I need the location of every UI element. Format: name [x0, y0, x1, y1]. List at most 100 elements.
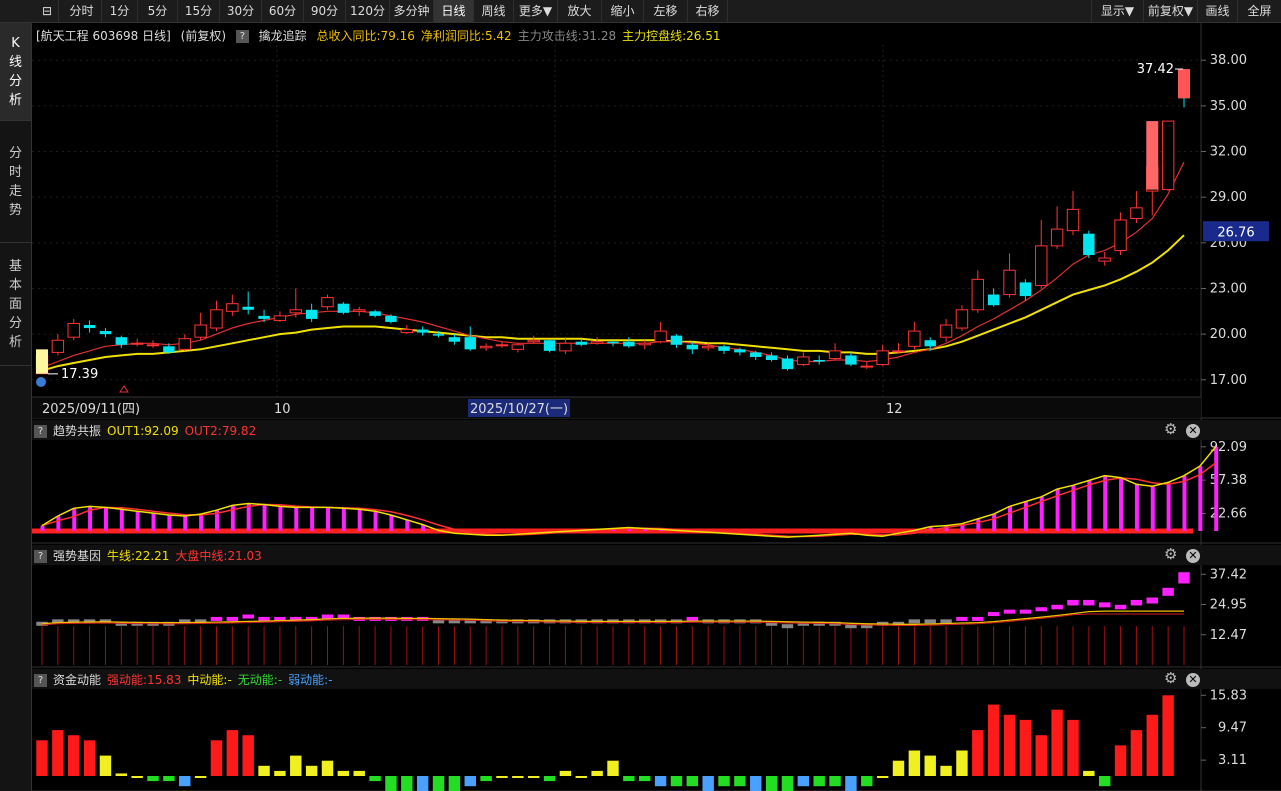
candle[interactable] — [321, 294, 334, 310]
candle[interactable] — [130, 338, 144, 347]
candle[interactable] — [654, 321, 667, 344]
candle[interactable] — [543, 338, 556, 353]
trend-bar — [389, 515, 394, 531]
candle[interactable] — [337, 302, 350, 315]
candle[interactable] — [908, 321, 921, 350]
money-bar — [68, 735, 80, 776]
money-bar — [52, 730, 64, 776]
candle[interactable] — [1130, 191, 1143, 224]
gear-icon[interactable]: ⚙ — [1164, 545, 1177, 563]
money-bar — [337, 770, 350, 776]
candle[interactable] — [971, 270, 985, 313]
money-bar — [1146, 714, 1158, 776]
panel3-y-label: 3.11 — [1218, 753, 1247, 768]
candle[interactable] — [670, 334, 683, 348]
gear-icon[interactable]: ⚙ — [1164, 420, 1177, 438]
candle[interactable] — [939, 318, 953, 342]
candle[interactable] — [1083, 230, 1095, 259]
candle[interactable] — [305, 303, 318, 322]
money-bar — [416, 776, 429, 791]
candle[interactable] — [955, 305, 969, 332]
money-bar — [512, 776, 524, 778]
money-bar — [607, 760, 619, 776]
trend-bar — [1103, 475, 1108, 531]
candle[interactable] — [1066, 191, 1080, 236]
candle[interactable] — [638, 340, 651, 350]
close-icon[interactable]: ✕ — [1186, 424, 1200, 438]
candle[interactable] — [1114, 212, 1127, 255]
panel-header-2: ? 资金动能 强动能:15.83 中动能:- 无动能:- 弱动能:- — [34, 670, 339, 690]
main-panel-header: [航天工程 603698 日线] (前复权) ? 擒龙追踪 总收入同比:79.1… — [36, 26, 733, 46]
candle[interactable] — [511, 343, 525, 353]
candle[interactable] — [1098, 251, 1111, 266]
candle[interactable] — [416, 326, 429, 336]
money-bar — [670, 776, 683, 787]
strong-bar — [1019, 609, 1032, 614]
trend-bar — [405, 519, 410, 531]
candle[interactable] — [210, 300, 223, 332]
money-bar — [829, 776, 841, 787]
help-icon[interactable]: ? — [34, 425, 47, 438]
close-icon[interactable]: ✕ — [1186, 673, 1200, 687]
strong-bar — [1035, 607, 1047, 612]
candle[interactable] — [67, 318, 80, 341]
candle[interactable] — [845, 352, 857, 367]
candle[interactable] — [765, 352, 778, 362]
candle[interactable] — [828, 343, 842, 360]
candle[interactable] — [781, 355, 794, 371]
candle[interactable] — [99, 328, 112, 338]
candle[interactable] — [464, 326, 476, 351]
strong-bar — [1146, 597, 1158, 604]
strong-bar — [210, 616, 223, 621]
candle[interactable] — [1050, 206, 1064, 249]
money-bar — [147, 776, 159, 782]
panel-header-0: ? 趋势共振 OUT1:92.09 OUT2:79.82 — [34, 421, 262, 441]
candle[interactable] — [876, 344, 889, 367]
strong-bar — [972, 616, 984, 621]
money-bar — [1130, 730, 1143, 776]
candle[interactable] — [273, 311, 287, 322]
candle[interactable] — [797, 352, 810, 367]
candle[interactable] — [178, 334, 191, 351]
candle[interactable] — [1003, 253, 1016, 298]
candle[interactable] — [448, 334, 461, 345]
candle[interactable] — [987, 288, 1000, 307]
candle[interactable] — [289, 288, 302, 318]
candle[interactable] — [369, 309, 381, 318]
candle[interactable] — [194, 312, 207, 341]
close-icon[interactable]: ✕ — [1186, 549, 1200, 563]
candle[interactable] — [1035, 220, 1048, 289]
help-icon[interactable]: ? — [235, 30, 249, 43]
strong-bar — [242, 614, 254, 619]
help-icon[interactable]: ? — [34, 674, 47, 687]
candle[interactable] — [892, 343, 905, 354]
money-bar — [623, 776, 635, 782]
help-icon[interactable]: ? — [34, 550, 47, 563]
gear-icon[interactable]: ⚙ — [1164, 669, 1177, 687]
candle[interactable] — [1161, 120, 1175, 192]
candle[interactable] — [479, 343, 493, 351]
money-bar — [321, 760, 334, 776]
money-bar — [401, 776, 413, 791]
money-bar — [274, 770, 286, 776]
candle[interactable] — [115, 335, 128, 348]
trend-bar — [135, 511, 140, 531]
money-bar — [543, 776, 556, 782]
candle[interactable] — [51, 334, 65, 356]
candle[interactable] — [623, 337, 635, 348]
candle[interactable] — [242, 291, 254, 315]
money-bar — [432, 776, 445, 791]
metric-2: 主力攻击线:31.28 — [517, 29, 617, 43]
candle[interactable] — [813, 355, 825, 365]
money-bar — [179, 776, 191, 787]
candle[interactable] — [353, 306, 366, 316]
candle[interactable] — [860, 361, 873, 370]
current-price-label: 26.76 — [1217, 225, 1254, 240]
candle[interactable] — [400, 325, 414, 335]
trend-bar — [1214, 446, 1219, 531]
candle[interactable] — [226, 294, 239, 316]
candle[interactable] — [718, 344, 730, 354]
candle[interactable] — [83, 320, 96, 333]
trend-bar — [119, 509, 124, 531]
candle[interactable] — [750, 350, 762, 360]
